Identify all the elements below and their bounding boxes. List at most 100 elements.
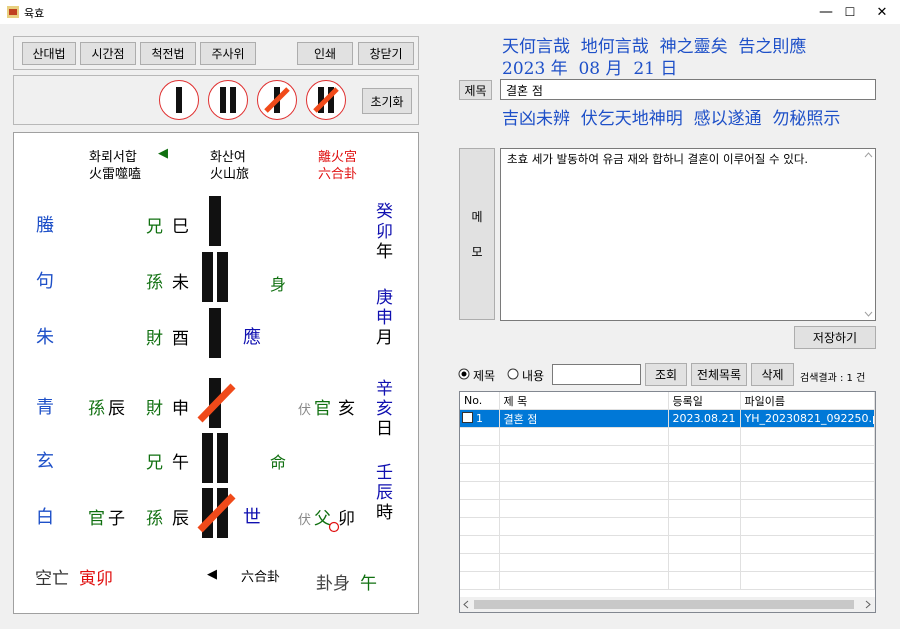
record-table: No. 제 목 등록일 파일이름 1 결혼 점 2023.08.21 YH_20… xyxy=(459,391,876,613)
yao-line-yin-moving xyxy=(197,488,236,538)
coin-yang-moving[interactable] xyxy=(257,80,297,120)
scrollbar-thumb[interactable] xyxy=(474,600,854,609)
palace-sub-label: 六合卦 xyxy=(318,167,358,182)
memo-label-button[interactable]: 메 모 xyxy=(459,148,495,320)
memo-scrollbar[interactable] xyxy=(862,149,875,320)
coin-yin[interactable] xyxy=(208,80,248,120)
empty-value: 寅卯 xyxy=(79,569,113,589)
branch-label: 巳 xyxy=(172,217,189,237)
radio-content-label[interactable]: 내용 xyxy=(522,367,544,384)
close-window-button[interactable]: 창닫기 xyxy=(358,42,414,65)
yao-line-yang xyxy=(209,196,221,246)
hidden-relation-label: 官 xyxy=(88,509,105,529)
delete-button[interactable]: 삭제 xyxy=(751,363,794,386)
bottom-arrow-icon: ◀ xyxy=(207,567,217,582)
radio-title[interactable] xyxy=(458,368,470,380)
radio-content[interactable] xyxy=(507,368,519,380)
coin-yang[interactable] xyxy=(159,80,199,120)
coin-yin-moving[interactable] xyxy=(306,80,346,120)
scroll-left-icon[interactable] xyxy=(462,600,471,609)
row-no: 1 xyxy=(476,412,483,425)
spirit-label: 玄 xyxy=(36,451,54,472)
table-row xyxy=(460,535,875,554)
row-file: YH_20230821_092250.p... xyxy=(740,409,875,428)
radio-title-label[interactable]: 제목 xyxy=(473,367,495,384)
yao-line-yang xyxy=(209,308,221,358)
table-row[interactable]: 1 결혼 점 2023.08.21 YH_20230821_092250.p..… xyxy=(460,409,875,428)
table-row xyxy=(460,463,875,482)
life-mark-label: 命 xyxy=(270,453,287,472)
shi-marker: 世 xyxy=(243,507,261,528)
memo-label-top: 메 xyxy=(471,210,483,224)
search-input[interactable] xyxy=(552,364,641,385)
coin-method-button[interactable]: 척전법 xyxy=(140,42,196,65)
gua-shen-label: 卦身 xyxy=(316,574,350,594)
moving-circle-icon xyxy=(328,521,340,533)
spirit-label: 白 xyxy=(36,507,54,528)
spirit-label: 句 xyxy=(36,271,54,292)
hidden-branch-label: 子 xyxy=(108,509,125,529)
table-row xyxy=(460,553,875,572)
table-row xyxy=(460,517,875,536)
column-header-no[interactable]: No. xyxy=(460,392,500,410)
body-mark-label: 身 xyxy=(270,275,287,294)
branch-label: 辰 xyxy=(172,509,189,529)
table-row xyxy=(460,499,875,518)
row-date: 2023.08.21 xyxy=(668,409,741,428)
branch-label: 酉 xyxy=(172,329,189,349)
invocation-date: 2023 年 08 月 21 日 xyxy=(502,59,678,79)
title-input[interactable]: 결혼 점 xyxy=(500,79,876,100)
row-title: 결혼 점 xyxy=(499,409,669,428)
save-button[interactable]: 저장하기 xyxy=(794,326,876,349)
hidden-branch-label: 辰 xyxy=(108,399,125,419)
scroll-right-icon[interactable] xyxy=(863,600,872,609)
spirit-label: 青 xyxy=(36,397,54,418)
table-row xyxy=(460,481,875,500)
close-button[interactable]: ✕ xyxy=(862,0,900,24)
sandae-method-button[interactable]: 산대법 xyxy=(22,42,76,65)
relation-label: 孫 xyxy=(146,509,163,529)
relation-label: 財 xyxy=(146,329,163,349)
result-count: 검색결과 : 1 건 xyxy=(800,373,866,384)
memo-label-bottom: 모 xyxy=(471,245,483,259)
month-unit: 月 xyxy=(376,328,393,348)
fu-marker: 伏 xyxy=(298,403,312,418)
table-row xyxy=(460,445,875,464)
title-label-button[interactable]: 제목 xyxy=(459,80,492,100)
relation-label: 孫 xyxy=(146,273,163,293)
original-hexagram-hanja: 火雷噬嗑 xyxy=(89,167,142,182)
hidden-relation-label: 孫 xyxy=(88,399,105,419)
fu-marker: 伏 xyxy=(298,513,312,528)
branch-label: 午 xyxy=(172,453,189,473)
branch-label: 未 xyxy=(172,273,189,293)
transformed-relation-label: 官 xyxy=(314,399,331,419)
row-no-cell: 1 xyxy=(460,409,500,428)
spirit-label: 朱 xyxy=(36,327,54,348)
all-list-button[interactable]: 전체목록 xyxy=(691,363,747,386)
column-header-date[interactable]: 등록일 xyxy=(668,392,741,410)
oath-text: 吉凶未辨 伏乞天地神明 感以遂通 勿秘照示 xyxy=(502,109,841,129)
table-row xyxy=(460,427,875,446)
ying-marker: 應 xyxy=(243,327,261,348)
yao-line-yang-moving xyxy=(197,378,236,428)
row-checkbox[interactable] xyxy=(462,412,473,423)
empty-label: 空亡 xyxy=(35,569,69,589)
relation-label: 兄 xyxy=(146,453,163,473)
lookup-button[interactable]: 조회 xyxy=(645,363,687,386)
spirit-label: 螣 xyxy=(36,215,54,236)
memo-textarea[interactable]: 초효 세가 발동하여 유금 재와 합하니 결혼이 이루어질 수 있다. xyxy=(500,148,876,321)
column-header-file[interactable]: 파일이름 xyxy=(740,392,875,410)
reset-button[interactable]: 초기화 xyxy=(362,88,412,114)
print-button[interactable]: 인쇄 xyxy=(297,42,353,65)
column-header-title[interactable]: 제 목 xyxy=(499,392,669,410)
horizontal-scrollbar[interactable] xyxy=(460,597,875,612)
year-unit: 年 xyxy=(376,242,393,262)
branch-label: 申 xyxy=(172,399,189,419)
time-method-button[interactable]: 시간점 xyxy=(80,42,136,65)
dice-method-button[interactable]: 주사위 xyxy=(200,42,256,65)
hour-unit: 時 xyxy=(376,503,393,523)
bottom-label: 六合卦 xyxy=(241,570,281,585)
yao-line-yin xyxy=(202,252,228,302)
app-icon xyxy=(7,6,19,18)
arrow-left-icon: ◀ xyxy=(158,146,168,161)
